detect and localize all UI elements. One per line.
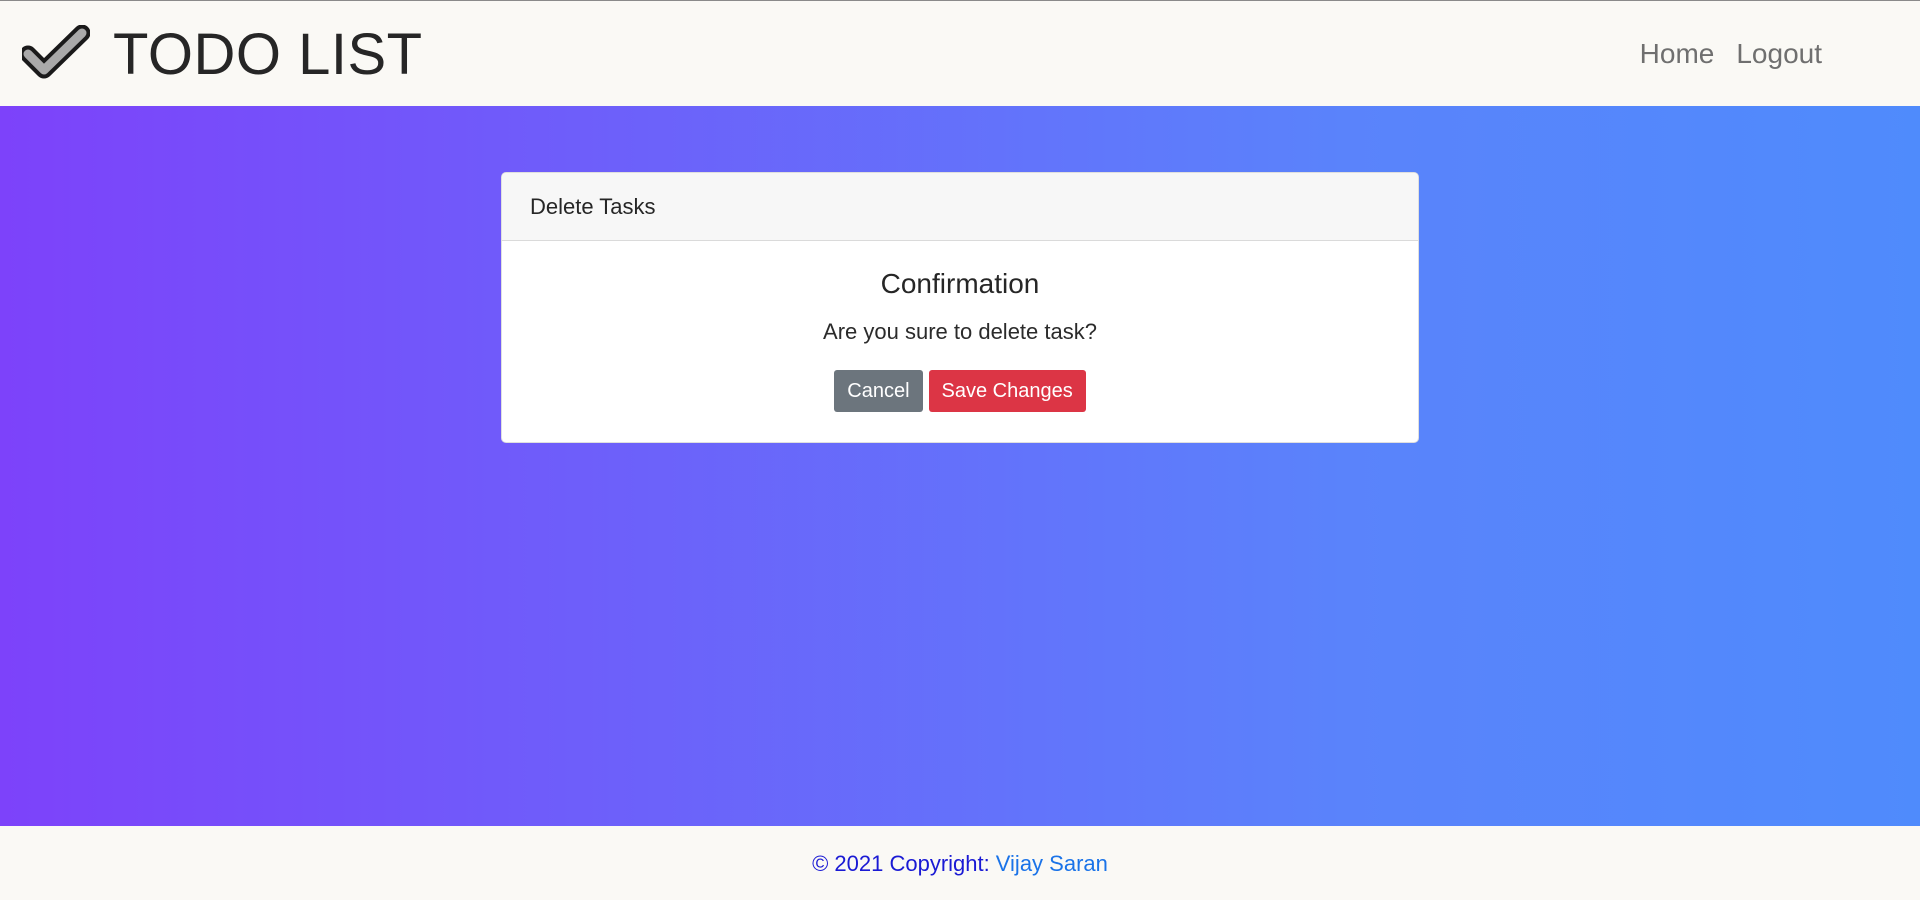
brand-link[interactable]: TODO LIST (22, 24, 423, 84)
button-row: Cancel Save Changes (502, 370, 1418, 412)
delete-task-card: Delete Tasks Confirmation Are you sure t… (501, 172, 1419, 443)
footer-copyright: © 2021 Copyright: (812, 851, 990, 876)
checkmark-icon (22, 24, 90, 78)
card-body: Confirmation Are you sure to delete task… (502, 270, 1418, 412)
confirmation-title: Confirmation (880, 268, 1040, 299)
brand-title: TODO LIST (113, 21, 423, 87)
nav-link-home[interactable]: Home (1640, 39, 1715, 68)
nav-links: Home Logout (1618, 39, 1822, 68)
save-changes-button[interactable]: Save Changes (928, 370, 1086, 412)
navbar: TODO LIST Home Logout (0, 0, 1920, 106)
card-header: Delete Tasks (502, 173, 1418, 241)
footer-author-link[interactable]: Vijay Saran (996, 851, 1108, 877)
confirmation-message: Are you sure to delete task? (823, 319, 1097, 344)
footer: © 2021 Copyright: Vijay Saran (0, 826, 1920, 900)
cancel-button[interactable]: Cancel (834, 370, 923, 412)
nav-link-logout[interactable]: Logout (1736, 39, 1822, 68)
